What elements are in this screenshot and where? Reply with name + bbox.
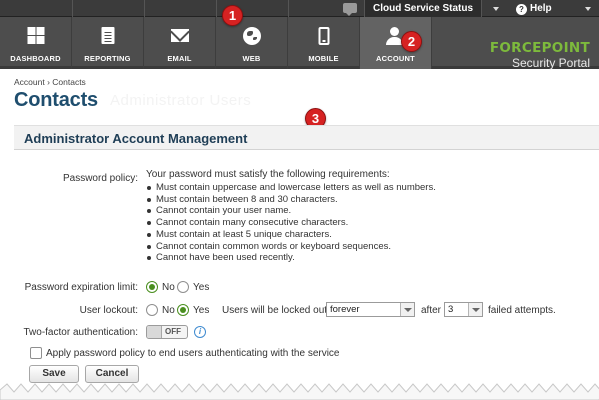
expiration-no-label: No [162,282,175,293]
utility-divider [144,0,145,17]
page-subtitle-faded: Administrator Users [110,92,252,109]
user-icon [386,27,403,45]
utility-divider [216,0,217,17]
question-icon: ? [516,4,527,15]
password-policy-label: Password policy: [62,173,138,184]
password-rules-list: Must contain uppercase and lowercase let… [146,182,436,264]
nav-item-mobile[interactable]: MOBILE [288,17,360,69]
torn-edge-decoration [0,383,599,400]
expiration-yes-label: Yes [193,282,210,293]
chevron-down-icon[interactable] [585,7,591,11]
breadcrumb: Account › Contacts [14,77,86,87]
lockout-duration-select[interactable]: forever [326,302,415,317]
lockout-after-text: after [421,305,442,316]
lockout-yes-label: Yes [193,305,210,316]
list-item: Cannot contain many consecutive characte… [146,217,436,229]
expiration-yes-radio[interactable] [177,281,189,293]
envelope-icon [170,29,189,42]
utility-bar: Cloud Service Status ? Help [0,0,599,17]
toggle-knob [147,326,162,338]
mobile-icon [318,27,329,45]
two-factor-label: Two-factor authentication: [23,327,138,338]
lockout-duration-value: forever [330,304,360,315]
forcepoint-logo: FORCEPOINT Security Portal [474,40,590,70]
brand-name: FORCEPOINT [489,40,590,56]
toggle-state: OFF [165,327,181,336]
section-header: Administrator Account Management [14,125,599,150]
nav-label: REPORTING [84,54,131,63]
lockout-yes-radio[interactable] [177,304,189,316]
nav-label: DASHBOARD [10,54,61,63]
dashboard-icon [27,27,44,44]
info-icon[interactable]: i [194,326,206,338]
apply-end-users-checkbox[interactable] [30,347,42,359]
password-expiration-label: Password expiration limit: [24,282,138,293]
nav-item-email[interactable]: EMAIL [144,17,216,69]
nav-item-reporting[interactable]: REPORTING [72,17,144,69]
chevron-down-icon [468,303,482,316]
chevron-down-icon [400,303,414,316]
list-item: Must contain uppercase and lowercase let… [146,182,436,194]
user-lockout-label: User lockout: [79,305,138,316]
expiration-no-radio[interactable] [146,281,158,293]
nav-label: WEB [242,54,261,63]
lockout-suffix-text: failed attempts. [488,305,556,316]
list-item: Cannot have been used recently. [146,252,436,264]
callout-1: 1 [222,5,243,26]
callout-2: 2 [401,31,422,52]
list-item: Cannot contain common words or keyboard … [146,241,436,253]
utility-divider [72,0,73,17]
utility-divider [288,0,289,17]
help-label: Help [530,3,552,14]
nav-item-dashboard[interactable]: DASHBOARD [0,17,72,69]
lockout-attempts-value: 3 [448,304,454,315]
nav-label: ACCOUNT [376,54,415,63]
lockout-prefix-text: Users will be locked out [222,305,328,316]
report-icon [101,27,114,44]
chat-bubble-icon[interactable] [343,3,357,16]
chevron-down-icon[interactable] [493,7,499,11]
lockout-no-radio[interactable] [146,304,158,316]
lockout-attempts-select[interactable]: 3 [444,302,483,317]
list-item: Cannot contain your user name. [146,205,436,217]
password-policy-intro: Your password must satisfy the following… [146,169,390,180]
two-factor-toggle[interactable]: OFF [146,325,188,339]
cloud-service-status-link[interactable]: Cloud Service Status [364,0,482,17]
list-item: Must contain between 8 and 30 characters… [146,194,436,206]
globe-icon [242,27,261,45]
list-item: Must contain at least 5 unique character… [146,229,436,241]
brand-subtitle: Security Portal [511,56,590,70]
help-menu[interactable]: ? Help [516,0,552,17]
lockout-no-label: No [162,305,175,316]
nav-label: MOBILE [308,54,339,63]
nav-label: EMAIL [167,54,192,63]
section-title: Administrator Account Management [24,131,248,146]
page-title: Contacts [14,89,98,111]
apply-end-users-label: Apply password policy to end users authe… [46,348,340,359]
module-nav: DASHBOARD REPORTING EMAIL WEB MOBILE ACC… [0,17,599,70]
